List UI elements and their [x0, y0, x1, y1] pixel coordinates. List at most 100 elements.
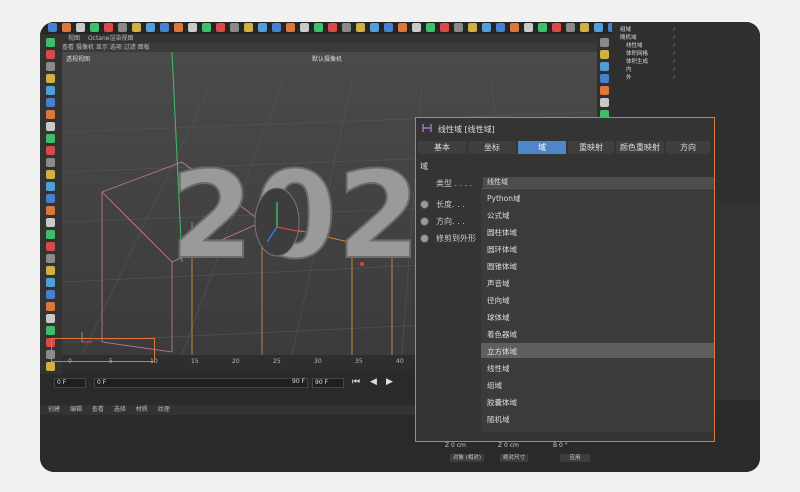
- visible-check-icon[interactable]: ✓: [672, 34, 677, 42]
- object-list-item[interactable]: 内 ✓: [612, 66, 760, 74]
- object-list-item[interactable]: 随机域 ✓: [612, 34, 760, 42]
- menu-create[interactable]: 创建: [48, 406, 60, 413]
- tab-coord[interactable]: 坐标: [468, 141, 516, 154]
- start-frame-field[interactable]: 0 F: [54, 378, 86, 388]
- dropdown-item[interactable]: 圆环体域: [487, 244, 517, 255]
- tool-icon[interactable]: [46, 314, 55, 323]
- toolbar-icon[interactable]: [174, 23, 183, 32]
- toolbar-icon[interactable]: [454, 23, 463, 32]
- tool-icon[interactable]: [46, 290, 55, 299]
- menu-view2[interactable]: 查看: [92, 406, 104, 413]
- tab-color-remap[interactable]: 颜色重映射: [616, 141, 664, 154]
- tool-icon[interactable]: [46, 278, 55, 287]
- toolbar-icon[interactable]: [244, 23, 253, 32]
- tool-icon[interactable]: [46, 170, 55, 179]
- toolbar-icon[interactable]: [468, 23, 477, 32]
- viewport-tool-icon[interactable]: [600, 98, 609, 107]
- toolbar-icon[interactable]: [580, 23, 589, 32]
- toolbar-icon[interactable]: [356, 23, 365, 32]
- dropdown-item[interactable]: 公式域: [487, 210, 510, 221]
- tool-icon[interactable]: [46, 38, 55, 47]
- type-select[interactable]: 线性域: [483, 177, 714, 188]
- menu-view[interactable]: 查看: [62, 44, 74, 51]
- toolbar-icon[interactable]: [384, 23, 393, 32]
- menu-filter[interactable]: 过滤: [124, 44, 136, 51]
- toolbar-icon[interactable]: [76, 23, 85, 32]
- viewport-menu-view[interactable]: 视图: [68, 35, 80, 42]
- toolbar-icon[interactable]: [440, 23, 449, 32]
- tool-icon[interactable]: [46, 254, 55, 263]
- visible-check-icon[interactable]: ✓: [672, 66, 677, 74]
- current-frame-field[interactable]: 0 F: [94, 378, 308, 388]
- tool-icon[interactable]: [46, 362, 55, 371]
- object-list-item[interactable]: 外 ✓: [612, 74, 760, 82]
- dropdown-item[interactable]: 组域: [487, 380, 502, 391]
- dropdown-item[interactable]: 随机域: [487, 414, 510, 425]
- visible-check-icon[interactable]: ✓: [672, 26, 677, 34]
- tool-icon[interactable]: [46, 74, 55, 83]
- tool-icon[interactable]: [46, 218, 55, 227]
- tool-icon[interactable]: [46, 182, 55, 191]
- toolbar-icon[interactable]: [118, 23, 127, 32]
- end-frame-field[interactable]: 90 F: [312, 378, 344, 388]
- z-size-field[interactable]: Z 0 cm: [498, 442, 519, 449]
- visible-check-icon[interactable]: ✓: [672, 42, 677, 50]
- z-position-field[interactable]: Z 0 cm: [445, 442, 466, 449]
- viewport-tool-icon[interactable]: [600, 86, 609, 95]
- toolbar-icon[interactable]: [300, 23, 309, 32]
- prev-frame-button[interactable]: ◀: [370, 377, 377, 387]
- tool-icon[interactable]: [46, 50, 55, 59]
- dropdown-item[interactable]: 球体域: [487, 312, 510, 323]
- menu-edit[interactable]: 编辑: [70, 406, 82, 413]
- toolbar-icon[interactable]: [188, 23, 197, 32]
- dropdown-item[interactable]: 圆柱体域: [487, 227, 517, 238]
- tool-icon[interactable]: [46, 326, 55, 335]
- menu-material[interactable]: 材质: [136, 406, 148, 413]
- tool-icon[interactable]: [46, 266, 55, 275]
- dropdown-item[interactable]: 圆锥体域: [487, 261, 517, 272]
- visible-check-icon[interactable]: ✓: [672, 50, 677, 58]
- viewport-tool-icon[interactable]: [600, 38, 609, 47]
- tool-icon[interactable]: [46, 134, 55, 143]
- toolbar-icon[interactable]: [538, 23, 547, 32]
- menu-texture[interactable]: 纹理: [158, 406, 170, 413]
- toolbar-icon[interactable]: [146, 23, 155, 32]
- toolbar-icon[interactable]: [202, 23, 211, 32]
- b-rotation-field[interactable]: B 0 °: [553, 442, 568, 449]
- tab-basic[interactable]: 基本: [418, 141, 466, 154]
- viewport-tool-icon[interactable]: [600, 62, 609, 71]
- tab-direction[interactable]: 方向: [666, 141, 710, 154]
- dropdown-item[interactable]: 立方体域: [487, 346, 517, 357]
- dropdown-item[interactable]: 声音域: [487, 278, 510, 289]
- dropdown-item[interactable]: 径向域: [487, 295, 510, 306]
- toolbar-icon[interactable]: [48, 23, 57, 32]
- tool-icon[interactable]: [46, 194, 55, 203]
- toolbar-icon[interactable]: [90, 23, 99, 32]
- object-list-item[interactable]: 组域 ✓: [612, 26, 760, 34]
- tool-icon[interactable]: [46, 86, 55, 95]
- coordinate-mode-select[interactable]: 对象 (相对): [450, 454, 485, 462]
- dropdown-item[interactable]: 胶囊体域: [487, 397, 517, 408]
- toolbar-icon[interactable]: [552, 23, 561, 32]
- object-list-item[interactable]: 体积生成 ✓: [612, 58, 760, 66]
- menu-camera[interactable]: 摄像机: [76, 44, 94, 51]
- visible-check-icon[interactable]: ✓: [672, 74, 677, 82]
- toolbar-icon[interactable]: [328, 23, 337, 32]
- toolbar-icon[interactable]: [272, 23, 281, 32]
- toolbar-icon[interactable]: [342, 23, 351, 32]
- tool-icon[interactable]: [46, 158, 55, 167]
- toolbar-icon[interactable]: [412, 23, 421, 32]
- toolbar-icon[interactable]: [566, 23, 575, 32]
- length-radio[interactable]: [420, 200, 429, 209]
- toolbar-icon[interactable]: [160, 23, 169, 32]
- direction-radio[interactable]: [420, 217, 429, 226]
- toolbar-icon[interactable]: [230, 23, 239, 32]
- toolbar-icon[interactable]: [216, 23, 225, 32]
- tool-icon[interactable]: [46, 98, 55, 107]
- visible-check-icon[interactable]: ✓: [672, 58, 677, 66]
- viewport-tool-icon[interactable]: [600, 74, 609, 83]
- object-list-item[interactable]: 线性域 ✓: [612, 42, 760, 50]
- tool-icon[interactable]: [46, 110, 55, 119]
- tool-icon[interactable]: [46, 62, 55, 71]
- toolbar-icon[interactable]: [594, 23, 603, 32]
